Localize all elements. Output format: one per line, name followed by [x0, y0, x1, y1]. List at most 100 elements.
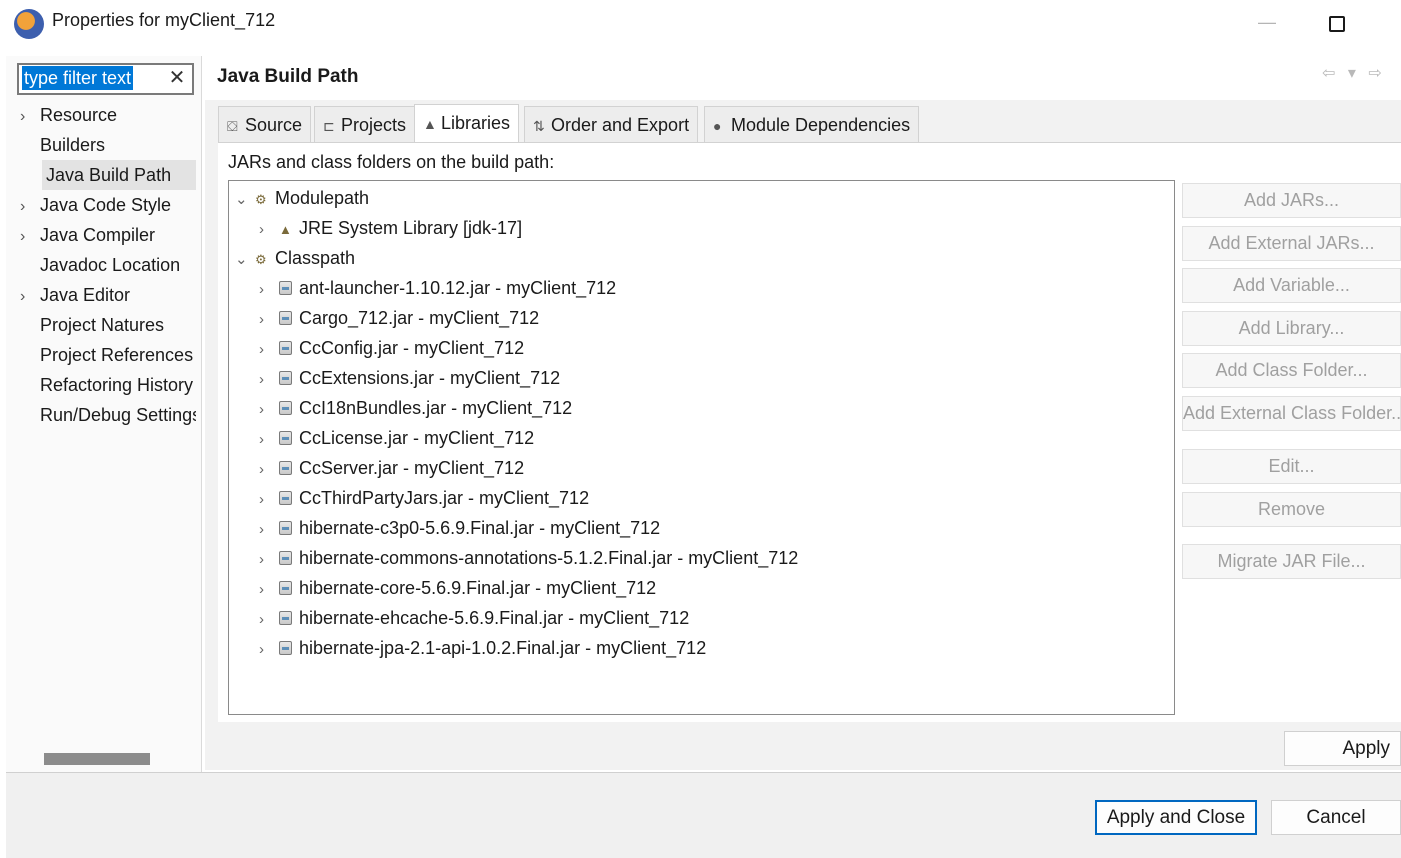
filter-input-text[interactable]: type filter text: [22, 66, 134, 90]
container-icon: ⚙: [255, 192, 267, 207]
chevron-right-icon[interactable]: ›: [20, 282, 40, 310]
nav-item[interactable]: › Java Code Style: [20, 190, 196, 220]
chevron-right-icon[interactable]: ›: [259, 365, 279, 395]
chevron-right-icon[interactable]: ›: [259, 545, 279, 575]
jar-icon: [279, 521, 292, 535]
nav-item[interactable]: Project References: [20, 340, 196, 370]
tab-order-and-export[interactable]: ⇅ Order and Export: [524, 106, 699, 143]
nav-item-label: Javadoc Location: [40, 255, 181, 275]
library-action-button[interactable]: Add JARs...: [1182, 183, 1401, 218]
chevron-right-icon[interactable]: ›: [259, 395, 279, 425]
tree-entry-label: hibernate-jpa-2.1-api-1.0.2.Final.jar - …: [299, 638, 707, 658]
tab-source[interactable]: ⛋ Source: [218, 106, 312, 143]
tree-entry[interactable]: › hibernate-ehcache-5.6.9.Final.jar - myC…: [259, 603, 689, 633]
nav-item[interactable]: Builders: [20, 130, 196, 160]
tree-entry[interactable]: › CcExtensions.jar - myClient_712: [259, 363, 560, 393]
tree-entry[interactable]: › hibernate-c3p0-5.6.9.Final.jar - myClie…: [259, 513, 660, 543]
chevron-right-icon[interactable]: ›: [20, 192, 40, 220]
chevron-down-icon[interactable]: ⌄: [235, 245, 255, 275]
apply-and-close-button[interactable]: Apply and Close: [1095, 800, 1257, 835]
nav-item[interactable]: › Java Editor: [20, 280, 196, 310]
chevron-right-icon[interactable]: ›: [259, 425, 279, 455]
cancel-button[interactable]: Cancel: [1271, 800, 1401, 835]
tree-entry-label: CcI18nBundles.jar - myClient_712: [299, 398, 573, 418]
tree-entry[interactable]: › Cargo_712.jar - myClient_712: [259, 303, 539, 333]
tree-group-label: Modulepath: [275, 188, 370, 208]
tab-label: Libraries: [441, 113, 511, 133]
maximize-button[interactable]: [1326, 13, 1348, 35]
tree-entry-label: hibernate-c3p0-5.6.9.Final.jar - myClien…: [299, 518, 661, 538]
chevron-right-icon[interactable]: ›: [259, 515, 279, 545]
order-export-icon: ⇅: [533, 118, 545, 134]
tree-entry[interactable]: › CcConfig.jar - myClient_712: [259, 333, 524, 363]
libraries-tree[interactable]: ⌄ ⚙ Modulepath › ▲ JRE System Library [jdk-17…: [228, 180, 1175, 715]
tree-entry[interactable]: › ▲ JRE System Library [jdk-17]: [259, 213, 522, 243]
libraries-icon: ▲: [423, 116, 437, 132]
tree-entry-label: hibernate-ehcache-5.6.9.Final.jar - myCl…: [299, 608, 690, 628]
tab-projects[interactable]: ⊏ Projects: [314, 106, 416, 143]
tree-entry[interactable]: › hibernate-jpa-2.1-api-1.0.2.Final.jar -…: [259, 633, 706, 663]
chevron-right-icon[interactable]: ›: [259, 335, 279, 365]
nav-item[interactable]: Run/Debug Settings: [20, 400, 196, 430]
nav-item-label: Project Natures: [40, 315, 165, 335]
tree-group[interactable]: ⌄ ⚙ Modulepath: [235, 183, 369, 213]
apply-button[interactable]: Apply: [1284, 731, 1401, 766]
tree-entry-label: Cargo_712.jar - myClient_712: [299, 308, 540, 328]
tab-module-dependencies[interactable]: ● Module Dependencies: [704, 106, 920, 143]
tree-group-label: Classpath: [275, 248, 356, 268]
library-action-button[interactable]: Add Variable...: [1182, 268, 1401, 303]
nav-item[interactable]: Refactoring History: [20, 370, 196, 400]
chevron-right-icon[interactable]: ›: [259, 215, 279, 245]
tree-group[interactable]: ⌄ ⚙ Classpath: [235, 243, 355, 273]
nav-item[interactable]: › Java Compiler: [20, 220, 196, 250]
jar-icon: [279, 341, 292, 355]
library-action-button[interactable]: Add External JARs...: [1182, 226, 1401, 261]
tree-entry-label: JRE System Library [jdk-17]: [299, 218, 523, 238]
tree-entry[interactable]: › CcThirdPartyJars.jar - myClient_712: [259, 483, 589, 513]
module-icon: ●: [713, 118, 722, 134]
tree-entry[interactable]: › hibernate-core-5.6.9.Final.jar - myClie…: [259, 573, 656, 603]
library-action-button[interactable]: Add External Class Folder...: [1182, 396, 1401, 431]
library-action-button[interactable]: Edit...: [1182, 449, 1401, 484]
clear-filter-icon[interactable]: ✕: [167, 66, 187, 90]
chevron-right-icon[interactable]: ›: [259, 305, 279, 335]
jar-icon: [279, 641, 292, 655]
tab-label: Source: [245, 115, 303, 135]
tree-entry[interactable]: › ant-launcher-1.10.12.jar - myClient_712: [259, 273, 616, 303]
nav-item-label: Java Code Style: [40, 195, 172, 215]
tree-entry-label: CcConfig.jar - myClient_712: [299, 338, 525, 358]
chevron-right-icon[interactable]: ›: [259, 455, 279, 485]
nav-item[interactable]: Project Natures: [20, 310, 196, 340]
nav-horizontal-scrollbar[interactable]: [44, 753, 150, 765]
library-action-button[interactable]: Add Class Folder...: [1182, 353, 1401, 388]
history-nav-icon[interactable]: ⇦ ▾ ⇨: [1322, 63, 1386, 83]
tree-entry-label: ant-launcher-1.10.12.jar - myClient_712: [299, 278, 617, 298]
tree-entry[interactable]: › CcI18nBundles.jar - myClient_712: [259, 393, 572, 423]
library-action-button[interactable]: Remove: [1182, 492, 1401, 527]
chevron-right-icon[interactable]: ›: [259, 575, 279, 605]
chevron-right-icon[interactable]: ›: [20, 102, 40, 130]
minimize-button[interactable]: —: [1252, 12, 1282, 36]
tree-entry[interactable]: › CcLicense.jar - myClient_712: [259, 423, 534, 453]
library-action-button[interactable]: Add Library...: [1182, 311, 1401, 346]
chevron-down-icon[interactable]: ⌄: [235, 185, 255, 215]
tab-label: Order and Export: [551, 115, 690, 135]
jar-icon: [279, 281, 292, 295]
nav-item[interactable]: Javadoc Location: [20, 250, 196, 280]
chevron-right-icon[interactable]: ›: [20, 222, 40, 250]
nav-item-label: Java Build Path: [46, 165, 172, 185]
tree-entry[interactable]: › CcServer.jar - myClient_712: [259, 453, 524, 483]
tree-entry[interactable]: › hibernate-commons-annotations-5.1.2.Fin…: [259, 543, 798, 573]
window-title: Properties for myClient_712: [52, 10, 276, 30]
chevron-right-icon[interactable]: ›: [259, 485, 279, 515]
nav-item-label: Java Compiler: [40, 225, 156, 245]
tab-libraries[interactable]: ▲ Libraries: [414, 104, 520, 143]
chevron-right-icon[interactable]: ›: [259, 605, 279, 635]
chevron-right-icon[interactable]: ›: [259, 275, 279, 305]
chevron-right-icon[interactable]: ›: [259, 635, 279, 665]
nav-item-label: Resource: [40, 105, 118, 125]
nav-item[interactable]: Java Build Path: [42, 160, 196, 190]
nav-item[interactable]: › Resource: [20, 100, 196, 130]
jar-icon: [279, 401, 292, 415]
library-action-button[interactable]: Migrate JAR File...: [1182, 544, 1401, 579]
